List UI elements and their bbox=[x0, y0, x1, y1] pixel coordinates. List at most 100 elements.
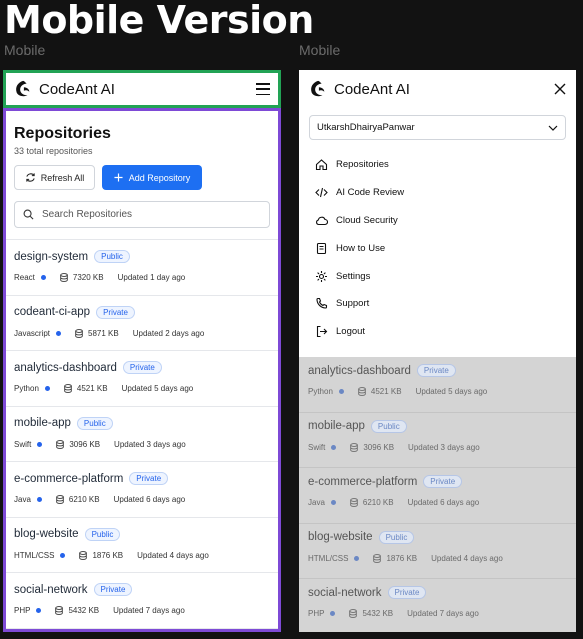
page-title: Mobile Version bbox=[4, 0, 314, 42]
brand-logo[interactable]: CodeAnt AI bbox=[309, 80, 410, 98]
repo-updated: Updated 7 days ago bbox=[113, 606, 185, 615]
repo-row[interactable]: analytics-dashboard Private Python 4521 KB U… bbox=[6, 351, 278, 407]
database-icon bbox=[56, 495, 64, 504]
nav-item-label: How to Use bbox=[336, 242, 386, 254]
repo-size: 1876 KB bbox=[373, 554, 417, 563]
repo-updated: Updated 2 days ago bbox=[132, 328, 205, 338]
add-repository-label: Add Repository bbox=[128, 172, 191, 183]
code-icon bbox=[315, 188, 328, 198]
language-dot bbox=[56, 330, 62, 336]
repo-row[interactable]: blog-website Public HTML/CSS 1876 KB Updated… bbox=[299, 524, 576, 579]
repo-row[interactable]: codeant-ci-app Private Javascript 5871 KB Up… bbox=[6, 296, 278, 351]
repo-name[interactable]: social-network bbox=[14, 584, 88, 596]
refresh-all-label: Refresh All bbox=[40, 172, 85, 183]
repo-updated: Updated 4 days ago bbox=[431, 553, 503, 563]
repo-row[interactable]: mobile-app Public Swift 3096 KB Updated 3 da… bbox=[299, 413, 576, 468]
repo-size-value: 7320 KB bbox=[72, 273, 104, 282]
repo-language: Python bbox=[308, 387, 333, 396]
repo-language: HTML/CSS bbox=[308, 553, 349, 563]
repo-size-value: 6210 KB bbox=[362, 498, 394, 507]
frame-label-left: Mobile bbox=[4, 42, 46, 58]
repo-updated: Updated 3 days ago bbox=[114, 439, 186, 449]
account-select[interactable]: UtkarshDhairyaPanwar bbox=[309, 115, 566, 140]
repo-language: Python bbox=[14, 384, 39, 393]
repo-size: 6210 KB bbox=[350, 498, 394, 507]
repo-name[interactable]: mobile-app bbox=[14, 417, 71, 429]
repo-name[interactable]: mobile-app bbox=[308, 420, 365, 432]
repo-size: 5871 KB bbox=[75, 329, 119, 338]
database-icon bbox=[56, 439, 65, 449]
nav-item-cloud-security[interactable]: Cloud Security bbox=[299, 207, 576, 235]
menu-icon[interactable] bbox=[256, 83, 270, 95]
nav-item-label: Cloud Security bbox=[336, 214, 398, 226]
repo-row[interactable]: blog-website Public HTML/CSS 1876 KB Updated… bbox=[6, 518, 278, 573]
codeant-logo-icon bbox=[16, 80, 30, 97]
database-icon bbox=[373, 553, 382, 563]
repo-row[interactable]: analytics-dashboard Private Python 4521 KB U… bbox=[299, 357, 576, 413]
repo-row[interactable]: e-commerce-platform Private Java 6210 KB Upd… bbox=[299, 468, 576, 524]
home-icon bbox=[315, 159, 328, 171]
nav-item-label: Logout bbox=[336, 326, 366, 338]
repository-list: design-system Public React 7320 KB Updated 1… bbox=[6, 239, 278, 629]
cloud-icon bbox=[316, 216, 328, 226]
repo-size-value: 4521 KB bbox=[370, 387, 402, 396]
chevron-down-icon bbox=[548, 125, 558, 131]
repo-name[interactable]: blog-website bbox=[308, 531, 373, 543]
repo-language: PHP bbox=[308, 609, 325, 618]
repo-updated: Updated 6 days ago bbox=[113, 495, 186, 504]
repo-row[interactable]: social-network Private PHP 5432 KB Updated 7… bbox=[6, 573, 278, 629]
search-input[interactable]: Search Repositories bbox=[14, 201, 270, 228]
nav-item-how-to-use[interactable]: How to Use bbox=[299, 234, 576, 262]
visibility-badge: Public bbox=[378, 530, 415, 544]
repo-language: PHP bbox=[14, 606, 31, 615]
language-dot bbox=[44, 386, 50, 391]
repo-name[interactable]: design-system bbox=[14, 251, 88, 263]
add-repository-button[interactable]: Add Repository bbox=[102, 165, 202, 190]
repo-updated: Updated 4 days ago bbox=[137, 550, 209, 560]
database-icon bbox=[55, 606, 64, 615]
repo-row[interactable]: mobile-app Public Swift 3096 KB Updated 3 da… bbox=[6, 407, 278, 462]
repo-size-value: 1876 KB bbox=[92, 550, 124, 560]
nav-item-settings[interactable]: Settings bbox=[299, 262, 576, 290]
repo-name[interactable]: analytics-dashboard bbox=[14, 362, 117, 374]
nav-item-logout[interactable]: Logout bbox=[299, 318, 576, 346]
language-dot bbox=[354, 555, 360, 561]
database-icon bbox=[350, 498, 358, 507]
repo-row[interactable]: e-commerce-platform Private Java 6210 KB Upd… bbox=[6, 462, 278, 518]
repo-updated: Updated 3 days ago bbox=[408, 442, 480, 452]
repo-row[interactable]: design-system Public React 7320 KB Updated 1… bbox=[6, 240, 278, 296]
repo-name[interactable]: e-commerce-platform bbox=[308, 476, 417, 488]
brand-logo[interactable]: CodeAnt AI bbox=[14, 80, 115, 98]
repo-name[interactable]: codeant-ci-app bbox=[14, 306, 90, 318]
repo-name[interactable]: e-commerce-platform bbox=[14, 473, 123, 485]
repo-name[interactable]: social-network bbox=[308, 587, 382, 599]
repo-updated: Updated 6 days ago bbox=[407, 498, 480, 507]
language-dot bbox=[36, 608, 42, 613]
nav-item-support[interactable]: Support bbox=[299, 290, 576, 318]
repo-language: Swift bbox=[14, 439, 32, 449]
repo-name[interactable]: analytics-dashboard bbox=[308, 365, 411, 377]
nav-menu: Repositories AI Code Review Cloud Security… bbox=[299, 151, 576, 346]
phone-icon bbox=[316, 298, 328, 309]
repo-name[interactable]: blog-website bbox=[14, 528, 79, 540]
language-dot bbox=[338, 389, 344, 394]
visibility-badge: Private bbox=[96, 305, 135, 319]
refresh-all-button[interactable]: Refresh All bbox=[14, 165, 95, 190]
visibility-badge: Public bbox=[370, 419, 407, 433]
repo-size-value: 5871 KB bbox=[88, 328, 119, 338]
repo-row[interactable]: social-network Private PHP 5432 KB Updated 7… bbox=[299, 579, 576, 632]
repo-updated: Updated 7 days ago bbox=[407, 609, 479, 618]
close-icon[interactable] bbox=[554, 83, 566, 95]
language-dot bbox=[330, 611, 336, 616]
repo-size-value: 3096 KB bbox=[69, 439, 101, 449]
visibility-badge: Public bbox=[94, 250, 130, 263]
nav-item-label: AI Code Review bbox=[336, 187, 405, 199]
nav-item-ai-code-review[interactable]: AI Code Review bbox=[299, 179, 576, 207]
logout-icon bbox=[316, 326, 328, 338]
visibility-badge: Private bbox=[387, 586, 427, 599]
visibility-badge: Public bbox=[84, 527, 121, 541]
nav-item-label: Settings bbox=[336, 270, 371, 282]
repo-language: Java bbox=[14, 495, 31, 504]
nav-item-repositories[interactable]: Repositories bbox=[299, 151, 576, 179]
language-dot bbox=[330, 500, 336, 505]
